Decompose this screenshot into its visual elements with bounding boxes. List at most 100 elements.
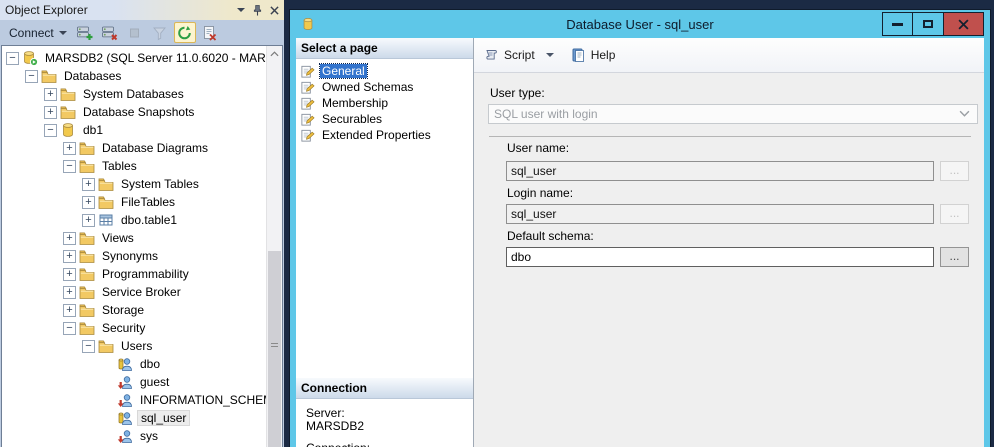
- page-item-label[interactable]: Securables: [320, 112, 384, 126]
- tree-item-database-diagrams[interactable]: + Database Diagrams: [2, 139, 267, 157]
- collapse-toggle[interactable]: −: [44, 124, 57, 137]
- tree-item-label[interactable]: Database Snapshots: [80, 104, 197, 120]
- page-item-extended-properties[interactable]: Extended Properties: [300, 127, 473, 143]
- page-item-membership[interactable]: Membership: [300, 95, 473, 111]
- collapse-toggle[interactable]: −: [82, 340, 95, 353]
- page-item-owned-schemas[interactable]: Owned Schemas: [300, 79, 473, 95]
- tree-scrollbar[interactable]: [266, 46, 282, 447]
- expand-toggle[interactable]: +: [44, 106, 57, 119]
- tree-item-label[interactable]: System Databases: [80, 86, 187, 102]
- tree-item-label[interactable]: Service Broker: [99, 284, 184, 300]
- tree-item-guest[interactable]: guest: [2, 373, 267, 391]
- refresh-button[interactable]: [174, 22, 196, 43]
- window-controls: [882, 12, 984, 36]
- tree-item-filetables[interactable]: + FileTables: [2, 193, 267, 211]
- maximize-button[interactable]: [913, 12, 944, 36]
- tree-item-storage[interactable]: + Storage: [2, 301, 267, 319]
- scrollbar-thumb[interactable]: [268, 251, 281, 447]
- connect-button[interactable]: [74, 22, 96, 43]
- page-item-general[interactable]: General: [300, 63, 473, 79]
- tree-item-label[interactable]: Databases: [61, 68, 124, 84]
- help-button[interactable]: Help: [570, 47, 616, 63]
- folder-icon: [79, 284, 95, 300]
- tree-item-dbo-table1[interactable]: + dbo.table1: [2, 211, 267, 229]
- folder-icon: [79, 230, 95, 246]
- tree-item-service-broker[interactable]: + Service Broker: [2, 283, 267, 301]
- window-position-button[interactable]: [237, 8, 245, 12]
- tree-item-tables[interactable]: − Tables: [2, 157, 267, 175]
- minimize-button[interactable]: [882, 12, 913, 36]
- tree-item-information-schem[interactable]: INFORMATION_SCHEM: [2, 391, 267, 409]
- tree-item-label[interactable]: guest: [137, 374, 172, 390]
- expand-toggle[interactable]: +: [63, 286, 76, 299]
- connection-label: Connection:: [306, 442, 473, 447]
- chevron-down-icon[interactable]: [546, 53, 554, 57]
- tree-item-label[interactable]: sys: [137, 428, 161, 444]
- tree-item-db1[interactable]: − db1: [2, 121, 267, 139]
- collapse-toggle[interactable]: −: [63, 322, 76, 335]
- tree-item-label[interactable]: MARSDB2 (SQL Server 11.0.6020 - MARSD: [42, 50, 283, 66]
- collapse-toggle[interactable]: −: [6, 52, 19, 65]
- page-item-securables[interactable]: Securables: [300, 111, 473, 127]
- tree-item-sql-user[interactable]: sql_user: [2, 409, 267, 427]
- tree-item-databases[interactable]: − Databases: [2, 67, 267, 85]
- collapse-toggle[interactable]: −: [63, 160, 76, 173]
- tree-item-label[interactable]: dbo.table1: [118, 212, 180, 228]
- user-name-label: User name:: [507, 141, 569, 155]
- folder-icon: [60, 86, 76, 102]
- page-item-label[interactable]: Extended Properties: [320, 128, 433, 142]
- connect-button[interactable]: Connect: [5, 25, 71, 41]
- expand-toggle[interactable]: +: [82, 178, 95, 191]
- tree-item-label[interactable]: dbo: [137, 356, 163, 372]
- expand-toggle[interactable]: +: [82, 214, 95, 227]
- disconnect-button[interactable]: [99, 22, 121, 43]
- tree-item-views[interactable]: + Views: [2, 229, 267, 247]
- refresh-icon: [176, 25, 193, 41]
- tree-item-label[interactable]: Security: [99, 320, 148, 336]
- tree-item-synonyms[interactable]: + Synonyms: [2, 247, 267, 265]
- stop-script-button[interactable]: [199, 22, 221, 43]
- tree-item-label[interactable]: Database Diagrams: [99, 140, 211, 156]
- tree-item-label[interactable]: Views: [99, 230, 137, 246]
- tree-item-label[interactable]: db1: [80, 122, 106, 138]
- close-button[interactable]: [944, 12, 984, 36]
- pin-button[interactable]: [252, 4, 263, 17]
- close-panel-button[interactable]: [270, 6, 279, 15]
- tree-item-programmability[interactable]: + Programmability: [2, 265, 267, 283]
- page-item-label[interactable]: Membership: [320, 96, 390, 110]
- tree-item-system-tables[interactable]: + System Tables: [2, 175, 267, 193]
- tree-item-system-databases[interactable]: + System Databases: [2, 85, 267, 103]
- tree-item-sys[interactable]: sys: [2, 427, 267, 445]
- expand-toggle[interactable]: +: [63, 304, 76, 317]
- tree-item-label[interactable]: Synonyms: [99, 248, 161, 264]
- script-button[interactable]: Script: [483, 47, 554, 63]
- expand-toggle[interactable]: +: [63, 250, 76, 263]
- tree-item-users[interactable]: − Users: [2, 337, 267, 355]
- tree-item-label[interactable]: INFORMATION_SCHEM: [137, 392, 276, 408]
- expand-toggle[interactable]: +: [63, 232, 76, 245]
- tree-item-label[interactable]: Programmability: [99, 266, 192, 282]
- collapse-toggle[interactable]: −: [25, 70, 38, 83]
- square-icon: [126, 25, 143, 41]
- page-item-label[interactable]: Owned Schemas: [320, 80, 415, 94]
- tree-item-label[interactable]: Users: [118, 338, 155, 354]
- tree-item-dbo[interactable]: dbo: [2, 355, 267, 373]
- tree-item-label[interactable]: System Tables: [118, 176, 202, 192]
- tree-item-label[interactable]: Tables: [99, 158, 140, 174]
- tree-item-database-snapshots[interactable]: + Database Snapshots: [2, 103, 267, 121]
- expand-toggle[interactable]: +: [63, 268, 76, 281]
- tree-item-marsdb2-sql-server-11-0-6020-marsd[interactable]: −MARSDB2 (SQL Server 11.0.6020 - MARSD: [2, 49, 267, 67]
- maximize-icon: [923, 20, 933, 28]
- default-schema-input[interactable]: [506, 247, 934, 267]
- scroll-up-button[interactable]: [267, 46, 282, 62]
- tree-item-security[interactable]: − Security: [2, 319, 267, 337]
- expand-toggle[interactable]: +: [82, 196, 95, 209]
- object-explorer-titlebar: Object Explorer: [0, 0, 284, 20]
- tree-item-label[interactable]: Storage: [99, 302, 147, 318]
- tree-item-label[interactable]: FileTables: [118, 194, 178, 210]
- default-schema-browse-button[interactable]: ...: [940, 247, 969, 267]
- page-item-label[interactable]: General: [320, 64, 367, 78]
- expand-toggle[interactable]: +: [63, 142, 76, 155]
- tree-item-label[interactable]: sql_user: [137, 410, 190, 426]
- expand-toggle[interactable]: +: [44, 88, 57, 101]
